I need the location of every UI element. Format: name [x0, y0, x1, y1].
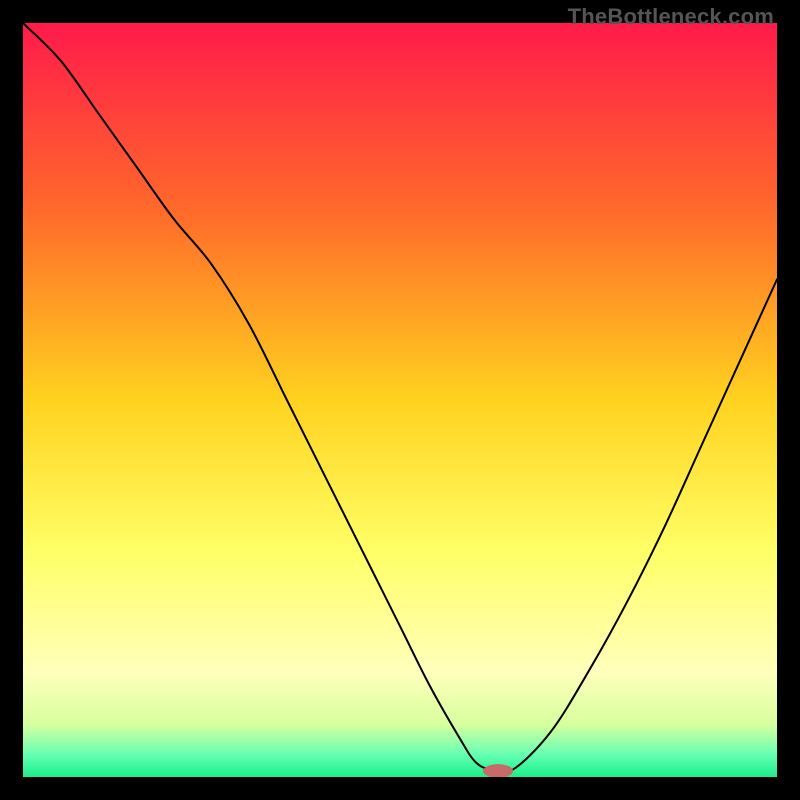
chart-frame: TheBottleneck.com — [0, 0, 800, 800]
watermark-label: TheBottleneck.com — [568, 4, 774, 30]
plot-area — [23, 23, 777, 777]
bottleneck-chart — [23, 23, 777, 777]
gradient-background — [23, 23, 777, 777]
